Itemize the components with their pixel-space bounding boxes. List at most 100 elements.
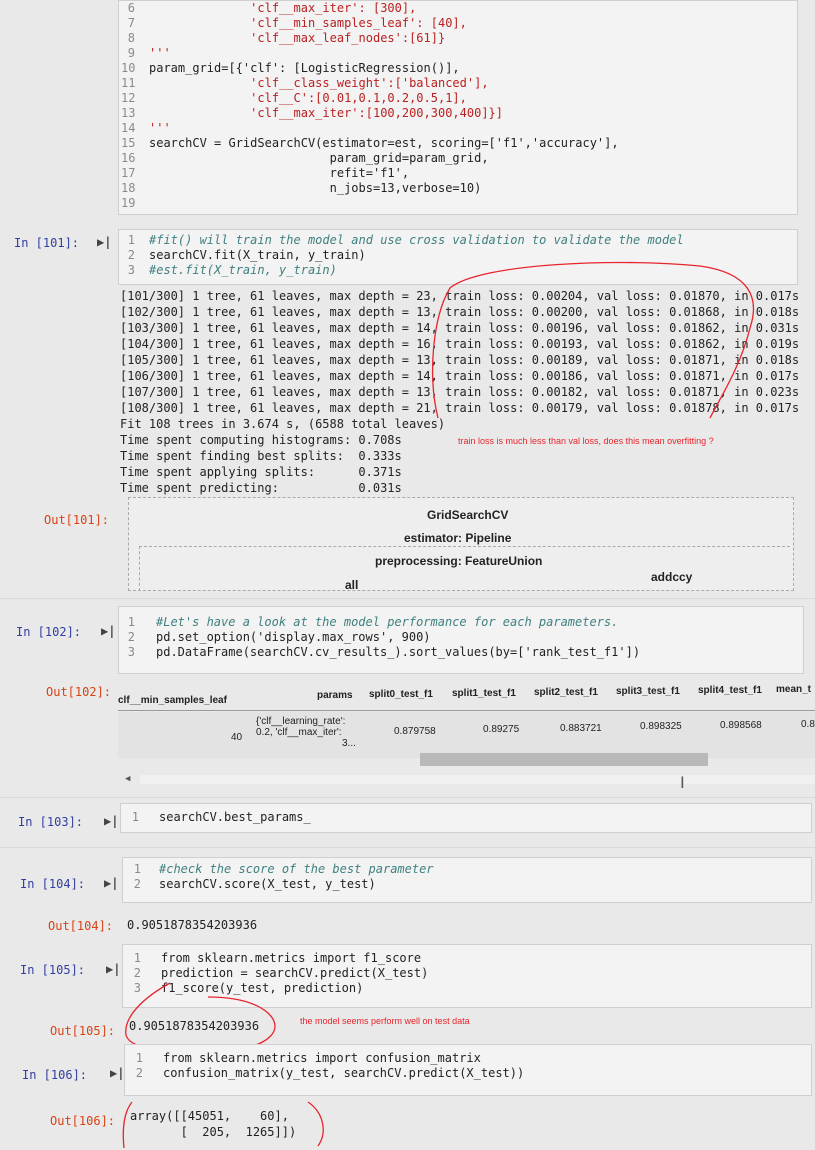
line-number: 2 xyxy=(127,630,135,644)
code-line: #Let's have a look at the model performa… xyxy=(156,615,619,629)
code-cell-106[interactable]: 1 2 from sklearn.metrics import confusio… xyxy=(124,1044,812,1096)
annotation-loop-3 xyxy=(122,1101,324,1149)
params-line: 3... xyxy=(342,738,356,749)
code-cell-102[interactable]: 1 2 3 #Let's have a look at the model pe… xyxy=(118,606,804,674)
run-cell-icon[interactable]: ▶| xyxy=(97,235,111,249)
header-divider xyxy=(118,710,815,711)
line-number: 17 xyxy=(121,166,136,180)
line-gutter: 1 2 3 xyxy=(121,233,137,278)
code-line: ''' xyxy=(149,121,171,135)
line-number: 1 xyxy=(127,233,135,247)
code-line: searchCV = GridSearchCV(estimator=est, s… xyxy=(149,136,619,150)
line-number: 2 xyxy=(133,877,141,891)
col-header-split4: split4_test_f1 xyxy=(698,685,762,696)
overfitting-annotation: train loss is much less than val loss, d… xyxy=(458,436,714,446)
table-row[interactable]: 40 {'clf__learning_rate': 0.2, 'clf__max… xyxy=(118,712,815,758)
code-line: param_grid=[{'clf': [LogisticRegression(… xyxy=(149,61,460,75)
col-header-split1: split1_test_f1 xyxy=(452,688,516,699)
line-gutter: 1 2 3 xyxy=(121,615,137,660)
code-line: 'clf__C':[0.01,0.1,0.2,0.5,1], xyxy=(149,91,467,105)
code-line: param_grid=param_grid, xyxy=(149,151,489,165)
text-cursor-icon: Ⅰ xyxy=(680,773,685,792)
line-number: 14 xyxy=(121,121,136,135)
code-line: refit='f1', xyxy=(149,166,410,180)
diagram-estimator[interactable]: estimator: Pipeline xyxy=(404,531,511,545)
line-number: 1 xyxy=(131,810,139,824)
line-number: 10 xyxy=(121,61,136,75)
code-line: 'clf__max_leaf_nodes':[61]} xyxy=(149,31,446,45)
code-line: n_jobs=13,verbose=10) xyxy=(149,181,482,195)
in-prompt-106: In [106]: xyxy=(22,1068,88,1082)
performance-annotation: the model seems perform well on test dat… xyxy=(300,1016,470,1026)
estimator-diagram[interactable]: GridSearchCV estimator: Pipeline preproc… xyxy=(128,497,794,592)
line-number: 7 xyxy=(127,16,135,30)
diagram-addccy[interactable]: addccy xyxy=(651,570,692,584)
cell-mean: 0.8 xyxy=(801,719,815,730)
run-cell-icon[interactable]: ▶| xyxy=(106,962,120,976)
line-number: 2 xyxy=(127,248,135,262)
out-prompt-104: Out[104]: xyxy=(48,919,114,933)
annotation-loop-1 xyxy=(432,261,755,419)
line-number: 1 xyxy=(133,862,141,876)
col-header-params: params xyxy=(317,690,353,701)
code-cell-103[interactable]: 1 searchCV.best_params_ xyxy=(120,803,812,833)
col-header-split2: split2_test_f1 xyxy=(534,687,598,698)
code-line: from sklearn.metrics import f1_score xyxy=(161,951,422,965)
diagram-title[interactable]: GridSearchCV xyxy=(427,508,508,522)
run-cell-icon[interactable]: ▶| xyxy=(104,814,118,828)
line-number: 3 xyxy=(127,263,135,277)
line-number: 13 xyxy=(121,106,136,120)
line-number: 1 xyxy=(133,951,141,965)
line-number: 1 xyxy=(127,615,135,629)
cell-split0: 0.879758 xyxy=(394,726,436,737)
line-gutter: 1 2 xyxy=(129,1051,145,1081)
out-prompt-101: Out[101]: xyxy=(44,513,110,527)
cell-params: {'clf__learning_rate': 0.2, 'clf__max_it… xyxy=(256,716,356,749)
run-cell-icon[interactable]: ▶| xyxy=(101,624,115,638)
code-lines: from sklearn.metrics import confusion_ma… xyxy=(163,1051,524,1081)
code-line: 'clf__max_iter':[100,200,300,400]}] xyxy=(149,106,504,120)
in-prompt-105: In [105]: xyxy=(20,963,86,977)
diagram-all[interactable]: all xyxy=(345,578,358,592)
line-number: 18 xyxy=(121,181,136,195)
in-prompt-101: In [101]: xyxy=(14,236,80,250)
code-line: 'clf__class_weight':['balanced'], xyxy=(149,76,489,90)
code-lines: #check the score of the best parameter s… xyxy=(159,862,434,892)
col-header-split3: split3_test_f1 xyxy=(616,686,680,697)
line-number: 12 xyxy=(121,91,136,105)
code-line: pd.set_option('display.max_rows', 900) xyxy=(156,630,431,644)
diagram-preprocessing[interactable]: preprocessing: FeatureUnion xyxy=(375,554,542,568)
cell-split3: 0.898325 xyxy=(640,721,682,732)
scroll-left-arrow[interactable]: ◀ xyxy=(125,774,130,784)
cell-divider xyxy=(0,598,815,599)
diagram-inner-box xyxy=(139,546,790,591)
line-number: 6 xyxy=(127,1,135,15)
line-gutter: 1 2 xyxy=(127,862,143,892)
horizontal-scrollbar-thumb[interactable] xyxy=(420,753,708,766)
code-line: #fit() will train the model and use cros… xyxy=(149,233,684,247)
code-line: 'clf__min_samples_leaf': [40], xyxy=(149,16,467,30)
line-number: 19 xyxy=(121,196,136,210)
horizontal-scrollbar-track[interactable] xyxy=(140,775,815,784)
in-prompt-104: In [104]: xyxy=(20,877,86,891)
out-prompt-106: Out[106]: xyxy=(50,1114,116,1128)
out-prompt-105: Out[105]: xyxy=(50,1024,116,1038)
run-cell-icon[interactable]: ▶| xyxy=(110,1066,124,1080)
line-number: 8 xyxy=(127,31,135,45)
code-line: ''' xyxy=(149,46,171,60)
results-table[interactable]: clf__min_samples_leaf params split0_test… xyxy=(118,676,815,796)
code-line: searchCV.best_params_ xyxy=(159,810,311,824)
cell-divider xyxy=(0,847,815,848)
code-line: pd.DataFrame(searchCV.cv_results_).sort_… xyxy=(156,645,641,659)
col-header-split0: split0_test_f1 xyxy=(369,689,433,700)
cell-split1: 0.89275 xyxy=(483,724,520,735)
line-gutter: 6 7 8 9 10 11 12 13 14 15 16 17 18 19 xyxy=(121,1,137,211)
code-cell-104[interactable]: 1 2 #check the score of the best paramet… xyxy=(122,857,812,903)
run-cell-icon[interactable]: ▶| xyxy=(104,876,118,890)
log-line: Time spent applying splits: 0.371s xyxy=(120,465,402,479)
output-104: 0.9051878354203936 xyxy=(127,918,258,932)
cell-split4: 0.898568 xyxy=(720,720,762,731)
line-number: 11 xyxy=(121,76,136,90)
code-cell-top[interactable]: 6 7 8 9 10 11 12 13 14 15 16 17 18 19 'c… xyxy=(118,0,798,215)
code-line: from sklearn.metrics import confusion_ma… xyxy=(163,1051,481,1065)
